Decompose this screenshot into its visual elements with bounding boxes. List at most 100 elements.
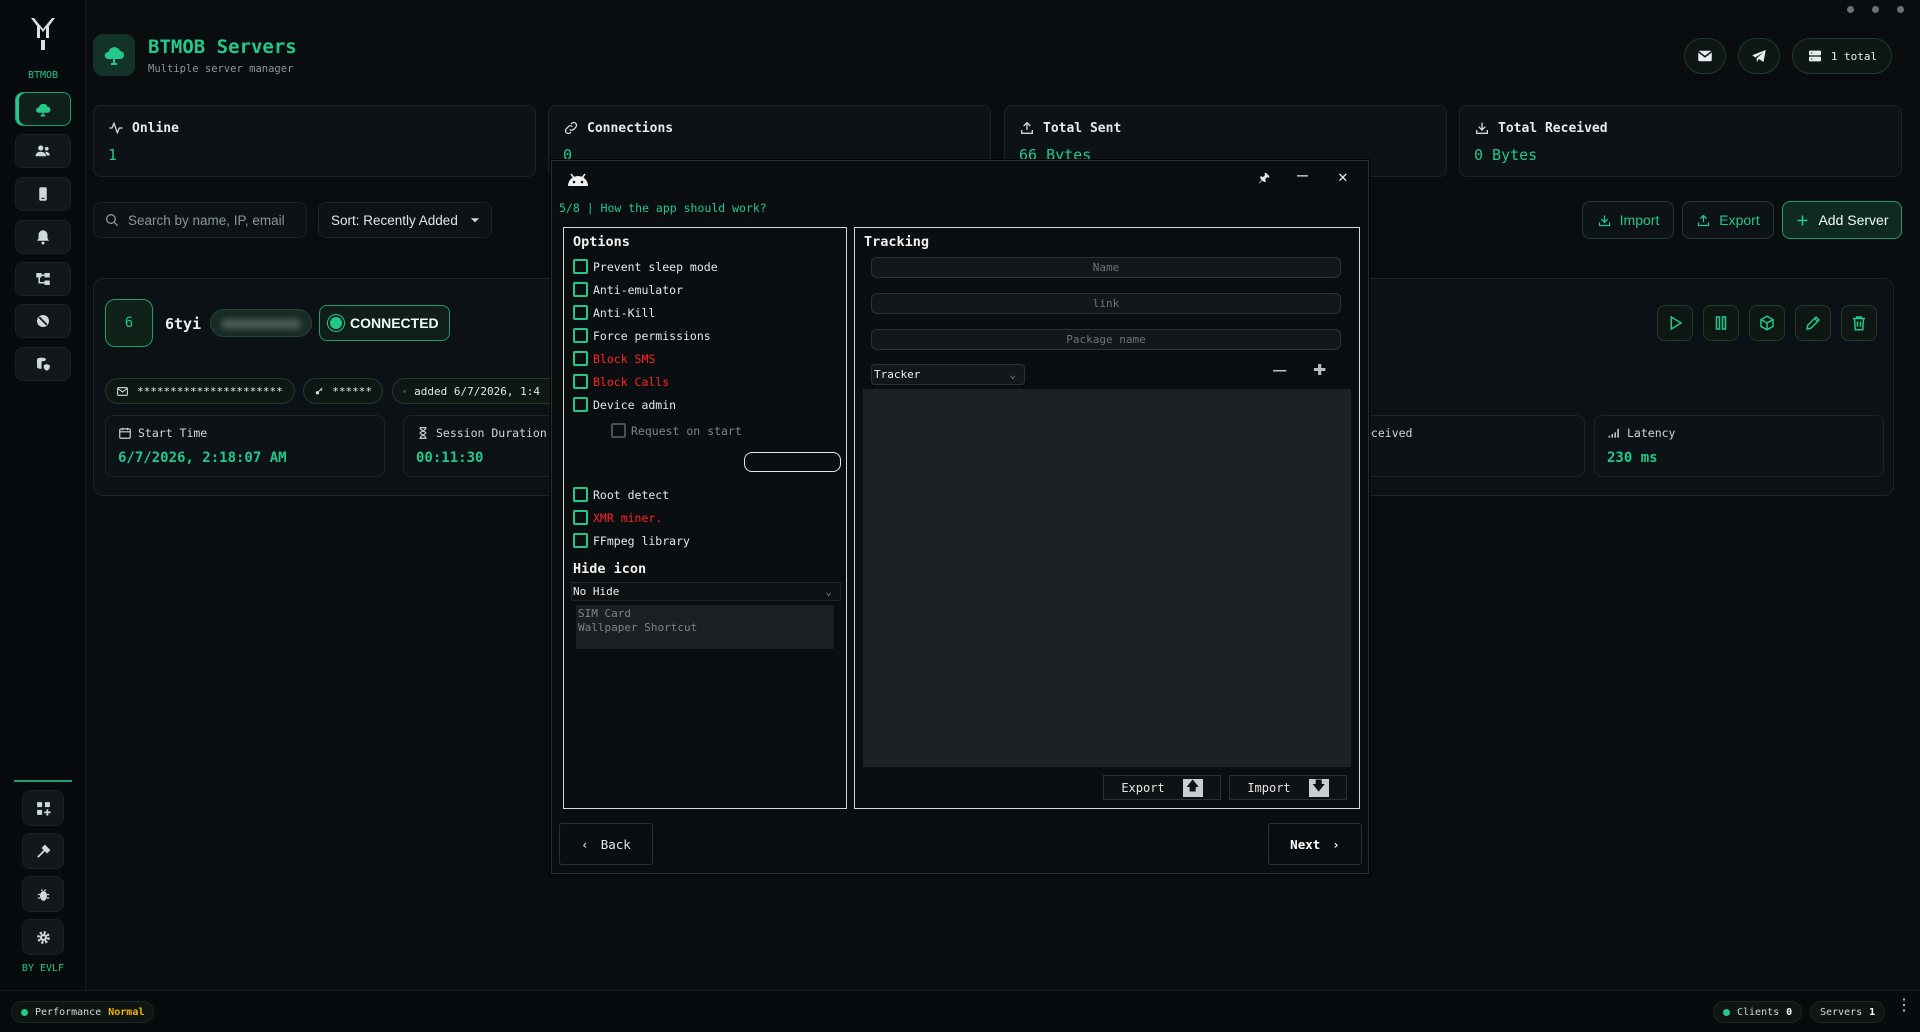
sidebar-item-dashboard[interactable] [22, 790, 64, 826]
status-label: CONNECTED [350, 315, 439, 331]
tracking-name-input[interactable]: Name [871, 257, 1341, 278]
remove-tracker-button[interactable]: — [1273, 358, 1286, 383]
checkbox[interactable] [573, 397, 588, 412]
option-xmr-miner[interactable]: XMR miner. [573, 510, 662, 525]
add-server-button[interactable]: Add Server [1782, 201, 1902, 239]
request-text-input[interactable] [744, 452, 841, 472]
import-button[interactable]: Import [1582, 201, 1674, 239]
option-device-admin[interactable]: Device admin [573, 397, 676, 412]
window-dot[interactable] [1897, 6, 1904, 13]
option-label: Block SMS [593, 351, 656, 366]
edit-button[interactable] [1795, 305, 1831, 341]
build-button[interactable] [1749, 305, 1785, 341]
checkbox[interactable] [573, 533, 588, 548]
hide-icon-select[interactable]: No Hide ⌄ [571, 582, 841, 601]
add-tracker-button[interactable]: ✚ [1313, 356, 1326, 381]
total-servers-badge[interactable]: 1 total [1792, 38, 1892, 74]
option-block-calls[interactable]: Block Calls [573, 374, 669, 389]
option-label: Root detect [593, 487, 670, 502]
close-icon[interactable]: ✕ [1338, 167, 1348, 186]
option-label: Block Calls [593, 374, 670, 389]
more-options-icon[interactable]: ⋮ [1896, 997, 1912, 1013]
checkbox[interactable] [573, 510, 588, 525]
clients-value: 0 [1786, 1006, 1793, 1018]
checkbox[interactable] [611, 423, 626, 438]
option-label: Request on start [631, 423, 742, 438]
sidebar-item-notifications[interactable] [15, 220, 71, 254]
list-item[interactable]: Wallpaper Shortcut [578, 621, 832, 635]
pause-button[interactable] [1703, 305, 1739, 341]
checkbox[interactable] [573, 328, 588, 343]
search-input[interactable] [128, 212, 298, 228]
tracking-link-input[interactable]: link [871, 293, 1341, 314]
search-box[interactable] [93, 202, 307, 238]
sidebar-item-network[interactable] [15, 262, 71, 296]
start-button[interactable] [1657, 305, 1693, 341]
telegram-button[interactable] [1738, 38, 1780, 74]
stat-card-total-received: Total Received 0 Bytes [1459, 105, 1902, 177]
added-value: added 6/7/2026, 1:4 [414, 384, 540, 398]
pin-icon[interactable]: 🖈 [1258, 169, 1270, 191]
grid-plus-icon [36, 801, 51, 816]
export-label: Export [1121, 780, 1165, 795]
sort-select[interactable]: Sort: Recently Added [318, 202, 492, 238]
received-card: eceived [1362, 415, 1585, 477]
list-item[interactable]: SIM Card [578, 607, 832, 621]
option-force-permissions[interactable]: Force permissions [573, 328, 711, 343]
checkbox[interactable] [573, 259, 588, 274]
hide-icon-list: SIM Card Wallpaper Shortcut [576, 605, 834, 649]
session-value: 00:11:30 [416, 450, 484, 466]
sidebar-item-devices[interactable] [15, 177, 71, 211]
sidebar-item-security[interactable] [15, 347, 71, 381]
checkbox[interactable] [573, 351, 588, 366]
minimize-icon[interactable]: — [1297, 165, 1308, 186]
total-count: 1 total [1830, 49, 1878, 63]
sidebar-item-bugs[interactable] [22, 876, 64, 912]
android-icon [568, 173, 588, 186]
tracking-export-button[interactable]: Export 🡅 [1103, 775, 1221, 800]
checkbox[interactable] [573, 305, 588, 320]
sidebar-item-users[interactable] [15, 134, 71, 168]
tracker-select[interactable]: Tracker ⌄ [871, 364, 1025, 385]
sidebar-item-settings[interactable] [22, 919, 64, 955]
bell-icon [37, 230, 49, 245]
option-ffmpeg[interactable]: FFmpeg library [573, 533, 690, 548]
options-title: Options [573, 234, 630, 250]
sidebar-item-blocked[interactable] [15, 304, 71, 338]
options-panel: Options Prevent sleep mode Anti-emulator… [563, 227, 847, 809]
tracker-list-area[interactable] [863, 389, 1351, 767]
delete-button[interactable] [1841, 305, 1877, 341]
tools-icon [36, 844, 50, 858]
mail-button[interactable] [1684, 38, 1726, 74]
checkbox[interactable] [573, 374, 588, 389]
tracking-package-input[interactable]: Package name [871, 329, 1341, 350]
received-label: eceived [1364, 426, 1413, 440]
checkbox[interactable] [573, 487, 588, 502]
email-value: ********************** [137, 384, 283, 398]
brand-logo-icon [31, 18, 55, 50]
option-block-sms[interactable]: Block SMS [573, 351, 655, 366]
option-root-detect[interactable]: Root detect [573, 487, 669, 502]
window-dot[interactable] [1872, 6, 1879, 13]
servers-value: 1 [1869, 1006, 1876, 1018]
option-label: Anti-Kill [593, 305, 656, 320]
back-button[interactable]: ‹ Back [559, 823, 653, 865]
option-anti-emulator[interactable]: Anti-emulator [573, 282, 683, 297]
export-button[interactable]: Export [1682, 201, 1774, 239]
tracking-import-button[interactable]: Import 🡇 [1229, 775, 1347, 800]
sidebar-item-servers[interactable] [15, 92, 71, 126]
checkbox[interactable] [573, 282, 588, 297]
clients-label: Clients [1737, 1006, 1780, 1018]
performance-label: Performance [35, 1006, 102, 1018]
option-anti-kill[interactable]: Anti-Kill [573, 305, 655, 320]
option-prevent-sleep[interactable]: Prevent sleep mode [573, 259, 718, 274]
status-bar: Performance Normal Clients 0 Servers 1 ⋮ [0, 990, 1920, 1032]
sidebar-item-tools[interactable] [22, 833, 64, 869]
window-dot[interactable] [1847, 6, 1854, 13]
download-icon [1476, 122, 1488, 134]
tracking-title: Tracking [864, 234, 930, 250]
next-button[interactable]: Next › [1268, 823, 1362, 865]
option-request-on-start[interactable]: Request on start [611, 423, 742, 438]
stat-label: Online [132, 120, 179, 136]
header-cloud-icon [93, 34, 135, 76]
